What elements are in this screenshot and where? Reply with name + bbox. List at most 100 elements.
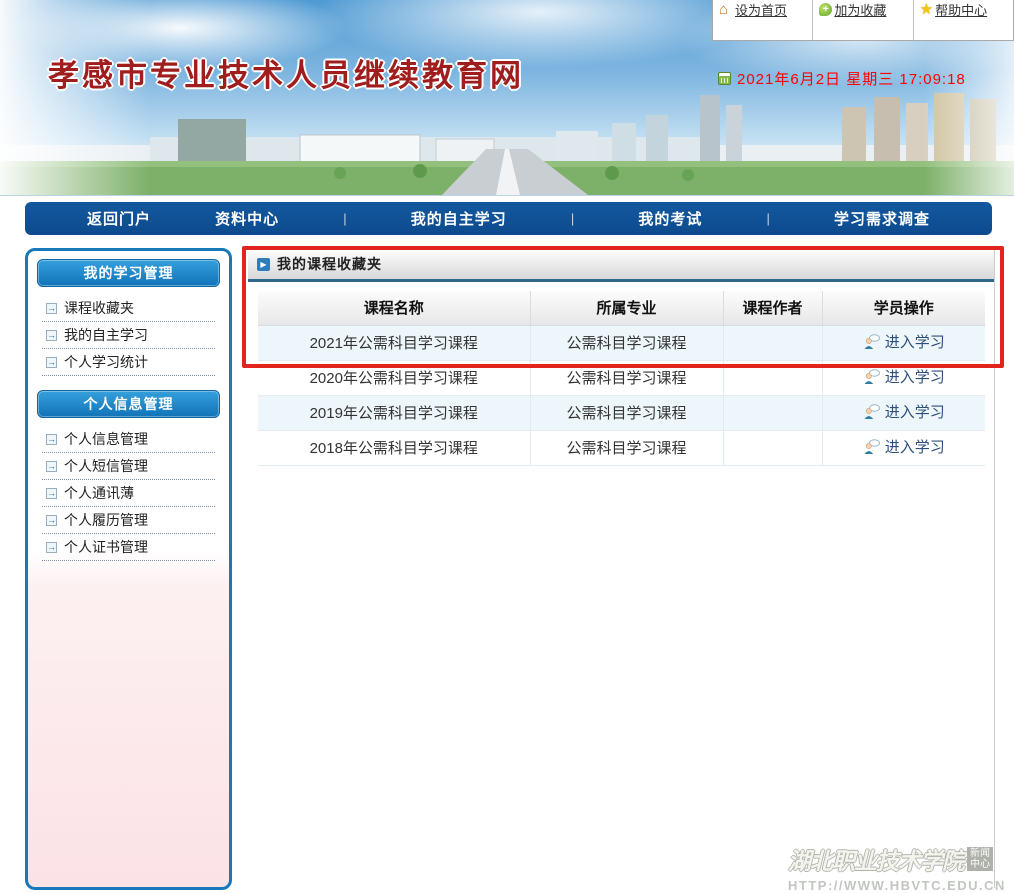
nav-item-survey[interactable]: 学习需求调查 bbox=[834, 208, 930, 229]
sidebar: 我的学习管理 → 课程收藏夹 → 我的自主学习 →个人学习统计 个人信息管理 → 个人信息… bbox=[25, 248, 232, 890]
nav-item-materials[interactable]: 资料中心 bbox=[215, 208, 279, 229]
current-date-text: 2021年6月2日 星期三 17:09:18 bbox=[737, 68, 966, 89]
person-speech-icon bbox=[863, 439, 880, 455]
home-icon: ⌂ bbox=[719, 3, 733, 17]
sidebar-item-label: 个人短信管理 bbox=[64, 456, 148, 476]
main-nav: 返回门户 资料中心 | 我的自主学习 | 我的考试 | 学习需求调查 bbox=[25, 202, 992, 235]
arrow-right-icon: ▶ bbox=[257, 258, 270, 271]
nav-item-portal[interactable]: 返回门户 bbox=[87, 208, 151, 229]
sidebar-personal-items: → 个人信息管理 → 个人短信管理 → 个人通讯薄 → 个人履历管理 → 个人证书管理 bbox=[28, 424, 229, 567]
table-column-header: 课程作者 bbox=[723, 291, 822, 325]
course-table-body: 2021年公需科目学习课程公需科目学习课程进入学习2020年公需科目学习课程公需… bbox=[258, 325, 985, 465]
course-author-cell bbox=[723, 325, 822, 360]
enter-study-label: 进入学习 bbox=[885, 366, 945, 387]
arrow-box-icon: → bbox=[46, 542, 57, 553]
add-favorite-link[interactable]: + 加为收藏 bbox=[813, 0, 913, 40]
arrow-box-icon: → bbox=[46, 434, 57, 445]
enter-study-link[interactable]: 进入学习 bbox=[863, 331, 945, 352]
add-favorite-label: 加为收藏 bbox=[834, 3, 890, 19]
nav-separator: | bbox=[343, 211, 346, 226]
enter-study-link[interactable]: 进入学习 bbox=[863, 401, 945, 422]
sidebar-item[interactable]: → 个人信息管理 bbox=[42, 426, 215, 453]
table-column-header: 学员操作 bbox=[822, 291, 985, 325]
course-name-cell: 2021年公需科目学习课程 bbox=[258, 325, 530, 360]
course-author-cell bbox=[723, 360, 822, 395]
panel-title: 我的课程收藏夹 bbox=[277, 254, 382, 274]
enter-study-label: 进入学习 bbox=[885, 401, 945, 422]
arrow-box-icon: → bbox=[46, 330, 57, 341]
help-center-label: 帮助中心 bbox=[935, 3, 991, 19]
site-title: 孝感市专业技术人员继续教育网 bbox=[48, 50, 524, 95]
sidebar-item[interactable]: → 个人证书管理 bbox=[42, 534, 215, 561]
sidebar-learning-items: → 课程收藏夹 → 我的自主学习 →个人学习统计 bbox=[28, 293, 229, 382]
sidebar-item-label: 个人履历管理 bbox=[64, 510, 148, 530]
sidebar-item[interactable]: →个人学习统计 bbox=[42, 349, 215, 376]
sidebar-item[interactable]: → 个人履历管理 bbox=[42, 507, 215, 534]
star-icon: ★ bbox=[920, 3, 933, 17]
course-action-cell: 进入学习 bbox=[822, 325, 985, 360]
page: 孝感市专业技术人员继续教育网 ⌂ 设为首页 + 加为收藏 ★ 帮助中心 2021… bbox=[0, 0, 1014, 893]
table-row: 2019年公需科目学习课程公需科目学习课程 进入学习 bbox=[258, 395, 985, 430]
table-row: 2018年公需科目学习课程公需科目学习课程 进入学习 bbox=[258, 430, 985, 465]
sidebar-section-title-personal: 个人信息管理 bbox=[37, 390, 220, 418]
table-column-header: 课程名称 bbox=[258, 291, 530, 325]
course-author-cell bbox=[723, 430, 822, 465]
arrow-box-icon: → bbox=[46, 461, 57, 472]
sidebar-item-label: 课程收藏夹 bbox=[64, 298, 134, 318]
table-row: 2021年公需科目学习课程公需科目学习课程 进入学习 bbox=[258, 325, 985, 360]
enter-study-label: 进入学习 bbox=[885, 331, 945, 352]
help-center-link[interactable]: ★ 帮助中心 bbox=[914, 0, 1013, 40]
header-cityscape-image bbox=[0, 93, 1014, 195]
nav-separator: | bbox=[571, 211, 574, 226]
table-row: 2020年公需科目学习课程公需科目学习课程 进入学习 bbox=[258, 360, 985, 395]
enter-study-label: 进入学习 bbox=[885, 436, 945, 457]
date-line: 2021年6月2日 星期三 17:09:18 bbox=[718, 68, 966, 89]
nav-item-my-exams[interactable]: 我的考试 bbox=[638, 208, 702, 229]
arrow-box-icon: → bbox=[46, 515, 57, 526]
course-favorites-table: 课程名称所属专业课程作者学员操作 2021年公需科目学习课程公需科目学习课程进入… bbox=[258, 291, 985, 466]
course-author-cell bbox=[723, 395, 822, 430]
course-name-cell: 2018年公需科目学习课程 bbox=[258, 430, 530, 465]
arrow-box-icon: → bbox=[46, 357, 57, 368]
panel-header: ▶ 我的课程收藏夹 bbox=[248, 248, 994, 282]
course-major-cell: 公需科目学习课程 bbox=[530, 395, 723, 430]
watermark-url: HTTP://WWW.HBVTC.EDU.CN bbox=[788, 878, 1014, 893]
sidebar-item[interactable]: → 个人通讯薄 bbox=[42, 480, 215, 507]
main-content: ▶ 我的课程收藏夹 课程名称所属专业课程作者学员操作 2021年公需科目学习课程… bbox=[248, 248, 995, 888]
enter-study-link[interactable]: 进入学习 bbox=[863, 436, 945, 457]
nav-separator: | bbox=[766, 211, 769, 226]
course-name-cell: 2019年公需科目学习课程 bbox=[258, 395, 530, 430]
person-speech-icon bbox=[863, 404, 880, 420]
nav-item-self-study[interactable]: 我的自主学习 bbox=[411, 208, 507, 229]
quick-links-bar: ⌂ 设为首页 + 加为收藏 ★ 帮助中心 bbox=[712, 0, 1014, 41]
calendar-icon bbox=[718, 72, 731, 85]
course-major-cell: 公需科目学习课程 bbox=[530, 430, 723, 465]
sidebar-item[interactable]: → 我的自主学习 bbox=[42, 322, 215, 349]
course-name-cell: 2020年公需科目学习课程 bbox=[258, 360, 530, 395]
enter-study-link[interactable]: 进入学习 bbox=[863, 366, 945, 387]
sidebar-item-label: 我的自主学习 bbox=[64, 325, 148, 345]
person-speech-icon bbox=[863, 334, 880, 350]
watermark-college-name: 湖北职业技术学院 bbox=[788, 842, 964, 876]
person-speech-icon bbox=[863, 369, 880, 385]
course-action-cell: 进入学习 bbox=[822, 430, 985, 465]
course-major-cell: 公需科目学习课程 bbox=[530, 360, 723, 395]
sidebar-item-label: 个人证书管理 bbox=[64, 537, 148, 557]
watermark-news-badge: 新闻中心 bbox=[967, 847, 993, 871]
arrow-box-icon: → bbox=[46, 303, 57, 314]
table-header-row: 课程名称所属专业课程作者学员操作 bbox=[258, 291, 985, 325]
table-column-header: 所属专业 bbox=[530, 291, 723, 325]
sidebar-section-title-learning: 我的学习管理 bbox=[37, 259, 220, 287]
sidebar-item[interactable]: → 课程收藏夹 bbox=[42, 295, 215, 322]
sidebar-item-label: 个人通讯薄 bbox=[64, 483, 134, 503]
sidebar-item-label: 个人信息管理 bbox=[64, 429, 148, 449]
sidebar-item[interactable]: → 个人短信管理 bbox=[42, 453, 215, 480]
add-favorite-icon: + bbox=[819, 3, 832, 16]
course-action-cell: 进入学习 bbox=[822, 395, 985, 430]
set-homepage-link[interactable]: ⌂ 设为首页 bbox=[713, 0, 813, 40]
course-action-cell: 进入学习 bbox=[822, 360, 985, 395]
banner-left-fade bbox=[0, 0, 150, 195]
course-major-cell: 公需科目学习课程 bbox=[530, 325, 723, 360]
arrow-box-icon: → bbox=[46, 488, 57, 499]
watermark: 湖北职业技术学院 新闻中心 HTTP://WWW.HBVTC.EDU.CN bbox=[788, 842, 1014, 893]
